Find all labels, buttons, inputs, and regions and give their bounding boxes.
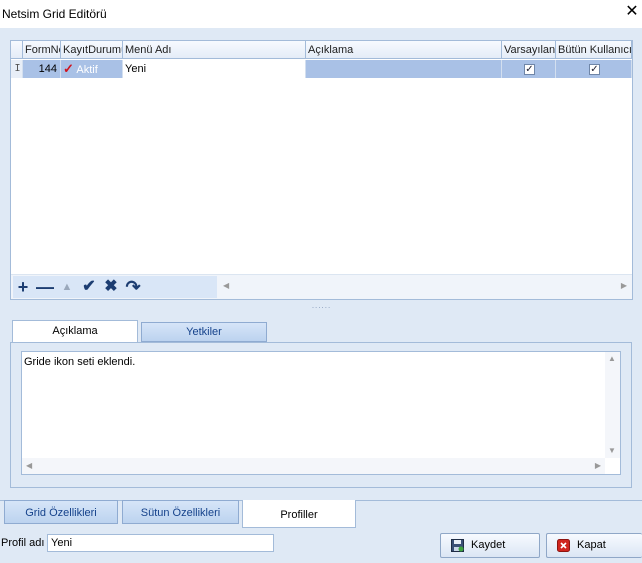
tab-sutun-ozellikleri[interactable]: Sütun Özellikleri: [122, 500, 239, 524]
close-icon[interactable]: ✕: [624, 4, 640, 20]
row-indicator-header: [11, 41, 23, 59]
column-header-aciklama[interactable]: Açıklama: [306, 41, 502, 59]
cell-aciklama[interactable]: [306, 60, 502, 78]
scroll-right-icon[interactable]: ▶: [595, 461, 601, 470]
check-icon[interactable]: ✔: [79, 278, 99, 296]
column-header-butun-kullanicilar[interactable]: Bütün Kullanıcılar: [556, 41, 632, 59]
close-icon: [557, 539, 570, 552]
profil-adi-label: Profil adı: [1, 537, 45, 549]
tab-grid-ozellikleri[interactable]: Grid Özellikleri: [4, 500, 118, 524]
tab-profiller[interactable]: Profiller: [242, 500, 356, 528]
plus-icon[interactable]: +: [13, 278, 33, 296]
aciklama-panel: Gride ikon seti eklendi. ▲ ▼ ◀ ▶: [10, 342, 632, 488]
window-client: FormNo KayıtDurumu Menü Adı Açıklama Var…: [0, 28, 642, 563]
grid-panel: FormNo KayıtDurumu Menü Adı Açıklama Var…: [10, 40, 633, 300]
column-header-formno[interactable]: FormNo: [23, 41, 61, 59]
memo-horizontal-scrollbar[interactable]: ◀ ▶: [22, 458, 605, 474]
navigator-buttons: + — ▲ ✔ ✖ ↷: [13, 276, 217, 298]
cell-formno[interactable]: 144: [23, 60, 61, 78]
memo-vertical-scrollbar[interactable]: ▲ ▼: [605, 352, 620, 458]
scroll-left-icon[interactable]: ◀: [26, 461, 32, 470]
minus-icon[interactable]: —: [35, 278, 55, 296]
kapat-button[interactable]: Kapat: [546, 533, 642, 558]
scroll-right-icon[interactable]: ▶: [621, 281, 627, 290]
up-arrow-icon[interactable]: ▲: [57, 278, 77, 296]
splitter-handle[interactable]: ......: [10, 302, 633, 310]
cell-butun-kullanicilar[interactable]: ✓: [556, 60, 632, 78]
butun-kullanicilar-checkbox[interactable]: ✓: [589, 64, 600, 75]
column-header-kayitdurumu[interactable]: KayıtDurumu: [61, 41, 123, 59]
kaydet-button[interactable]: Kaydet: [440, 533, 540, 558]
redo-icon[interactable]: ↷: [123, 278, 143, 296]
memo-text[interactable]: Gride ikon seti eklendi.: [24, 356, 135, 368]
grid-header: FormNo KayıtDurumu Menü Adı Açıklama Var…: [11, 41, 632, 59]
scroll-left-icon[interactable]: ◀: [223, 281, 229, 290]
varsayilan-checkbox[interactable]: ✓: [524, 64, 535, 75]
kaydet-label: Kaydet: [471, 539, 506, 551]
column-header-varsayilan[interactable]: Varsayılan: [502, 41, 556, 59]
cell-varsayilan[interactable]: ✓: [502, 60, 556, 78]
check-red-icon: ✓: [63, 61, 74, 76]
x-icon[interactable]: ✖: [101, 278, 121, 296]
cell-kayitdurumu[interactable]: ✓ Aktif: [61, 60, 123, 78]
kayitdurumu-label: Aktif: [76, 64, 98, 76]
row-indicator: I: [11, 60, 23, 78]
profil-adi-input[interactable]: [47, 534, 274, 552]
scroll-up-icon[interactable]: ▲: [608, 354, 616, 363]
aciklama-memo[interactable]: Gride ikon seti eklendi. ▲ ▼ ◀ ▶: [21, 351, 621, 475]
grid-navigator: + — ▲ ✔ ✖ ↷ ◀ ▶: [11, 274, 632, 299]
tab-aciklama[interactable]: Açıklama: [12, 320, 138, 342]
tab-yetkiler[interactable]: Yetkiler: [141, 322, 267, 342]
grid-horizontal-scrollbar[interactable]: ◀ ▶: [219, 279, 629, 295]
window-titlebar: Netsim Grid Editörü ✕: [0, 0, 642, 28]
table-row[interactable]: I 144 ✓ Aktif Yeni ✓ ✓: [11, 60, 632, 78]
kapat-label: Kapat: [577, 539, 606, 551]
scroll-down-icon[interactable]: ▼: [608, 446, 616, 455]
save-icon: [451, 539, 464, 552]
column-header-menu-adi[interactable]: Menü Adı: [123, 41, 306, 59]
window-title: Netsim Grid Editörü: [2, 7, 107, 21]
cell-menu-adi[interactable]: Yeni: [123, 60, 306, 78]
